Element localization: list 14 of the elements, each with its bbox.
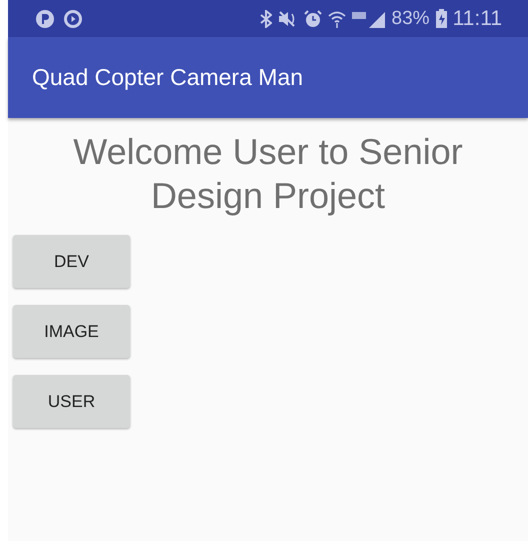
nav-button[interactable]: USER [13,375,130,428]
wifi-icon [328,10,346,28]
signal-icon [352,10,386,28]
nav-button[interactable]: IMAGE [13,305,130,358]
play-icon [64,10,82,28]
alarm-icon [304,10,322,28]
app-title: Quad Copter Camera Man [32,64,304,91]
battery-percentage: 83% [392,8,430,30]
nav-button[interactable]: DEV [13,235,130,288]
app-notification-icon [36,10,54,28]
welcome-heading: Welcome User to Senior Design Project [72,130,464,218]
clock-time: 11:11 [452,6,502,30]
battery-charging-icon [436,9,447,28]
bluetooth-icon [260,10,272,28]
